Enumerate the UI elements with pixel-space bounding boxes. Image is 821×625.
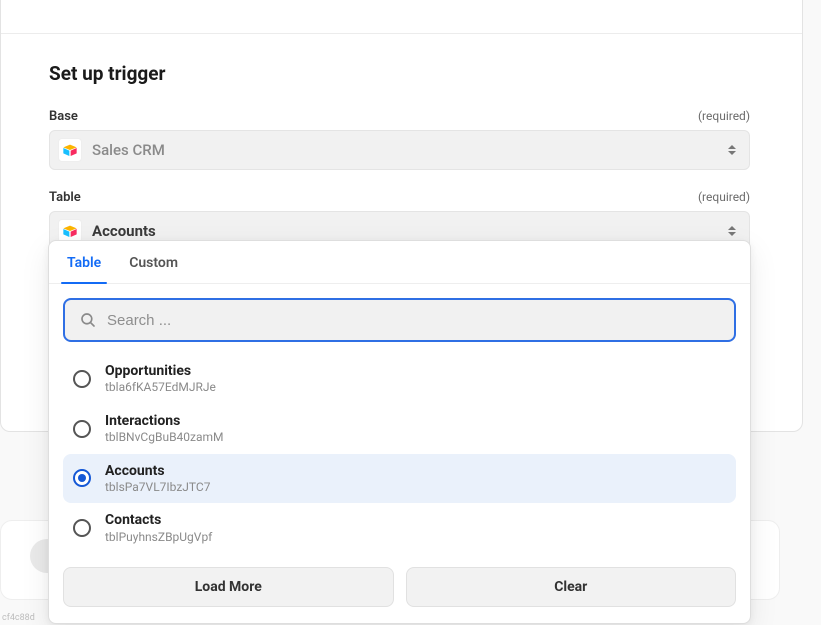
- base-select-value: Sales CRM: [92, 141, 165, 159]
- base-required-hint: (required): [698, 109, 750, 123]
- table-dropdown: Table Custom Opportunitiestbla6fKA57EdMJ…: [48, 240, 751, 624]
- base-field-label: Base: [49, 109, 78, 124]
- option-title: Opportunities: [105, 362, 216, 380]
- table-field-label: Table: [49, 190, 81, 205]
- option-row[interactable]: ContactstblPuyhnsZBpUgVpf: [63, 503, 736, 553]
- base-select[interactable]: Sales CRM: [49, 130, 750, 170]
- options-list: Opportunitiestbla6fKA57EdMJRJe Interactio…: [63, 354, 736, 553]
- option-subtitle: tblBNvCgBuB40zamM: [105, 430, 224, 446]
- chevron-updown-icon: [727, 143, 737, 157]
- option-subtitle: tbla6fKA57EdMJRJe: [105, 380, 216, 396]
- load-more-button[interactable]: Load More: [63, 567, 394, 607]
- dropdown-tabs: Table Custom: [49, 241, 750, 284]
- search-icon: [79, 311, 97, 329]
- option-title: Contacts: [105, 511, 212, 529]
- option-row[interactable]: Opportunitiestbla6fKA57EdMJRJe: [63, 354, 736, 404]
- radio-icon: [73, 469, 91, 487]
- tab-custom[interactable]: Custom: [129, 255, 178, 283]
- table-select-value: Accounts: [92, 222, 156, 240]
- watermark: cf4c88d: [2, 613, 35, 623]
- option-subtitle: tblsPa7VL7IbzJTC7: [105, 480, 210, 496]
- page-title: Set up trigger: [49, 62, 750, 85]
- option-text: AccountstblsPa7VL7IbzJTC7: [105, 462, 210, 496]
- option-text: Opportunitiestbla6fKA57EdMJRJe: [105, 362, 216, 396]
- radio-icon: [73, 519, 91, 537]
- option-subtitle: tblPuyhnsZBpUgVpf: [105, 530, 212, 546]
- option-title: Accounts: [105, 462, 210, 480]
- option-row[interactable]: AccountstblsPa7VL7IbzJTC7: [63, 454, 736, 504]
- search-input[interactable]: [107, 312, 720, 329]
- card-divider: [1, 18, 802, 34]
- table-required-hint: (required): [698, 190, 750, 204]
- option-title: Interactions: [105, 412, 224, 430]
- search-field[interactable]: [63, 298, 736, 342]
- chevron-updown-icon: [727, 224, 737, 238]
- tab-table[interactable]: Table: [67, 255, 101, 283]
- airtable-icon: [58, 138, 82, 162]
- option-text: ContactstblPuyhnsZBpUgVpf: [105, 511, 212, 545]
- option-text: InteractionstblBNvCgBuB40zamM: [105, 412, 224, 446]
- radio-icon: [73, 370, 91, 388]
- option-row[interactable]: InteractionstblBNvCgBuB40zamM: [63, 404, 736, 454]
- radio-icon: [73, 420, 91, 438]
- clear-button[interactable]: Clear: [406, 567, 737, 607]
